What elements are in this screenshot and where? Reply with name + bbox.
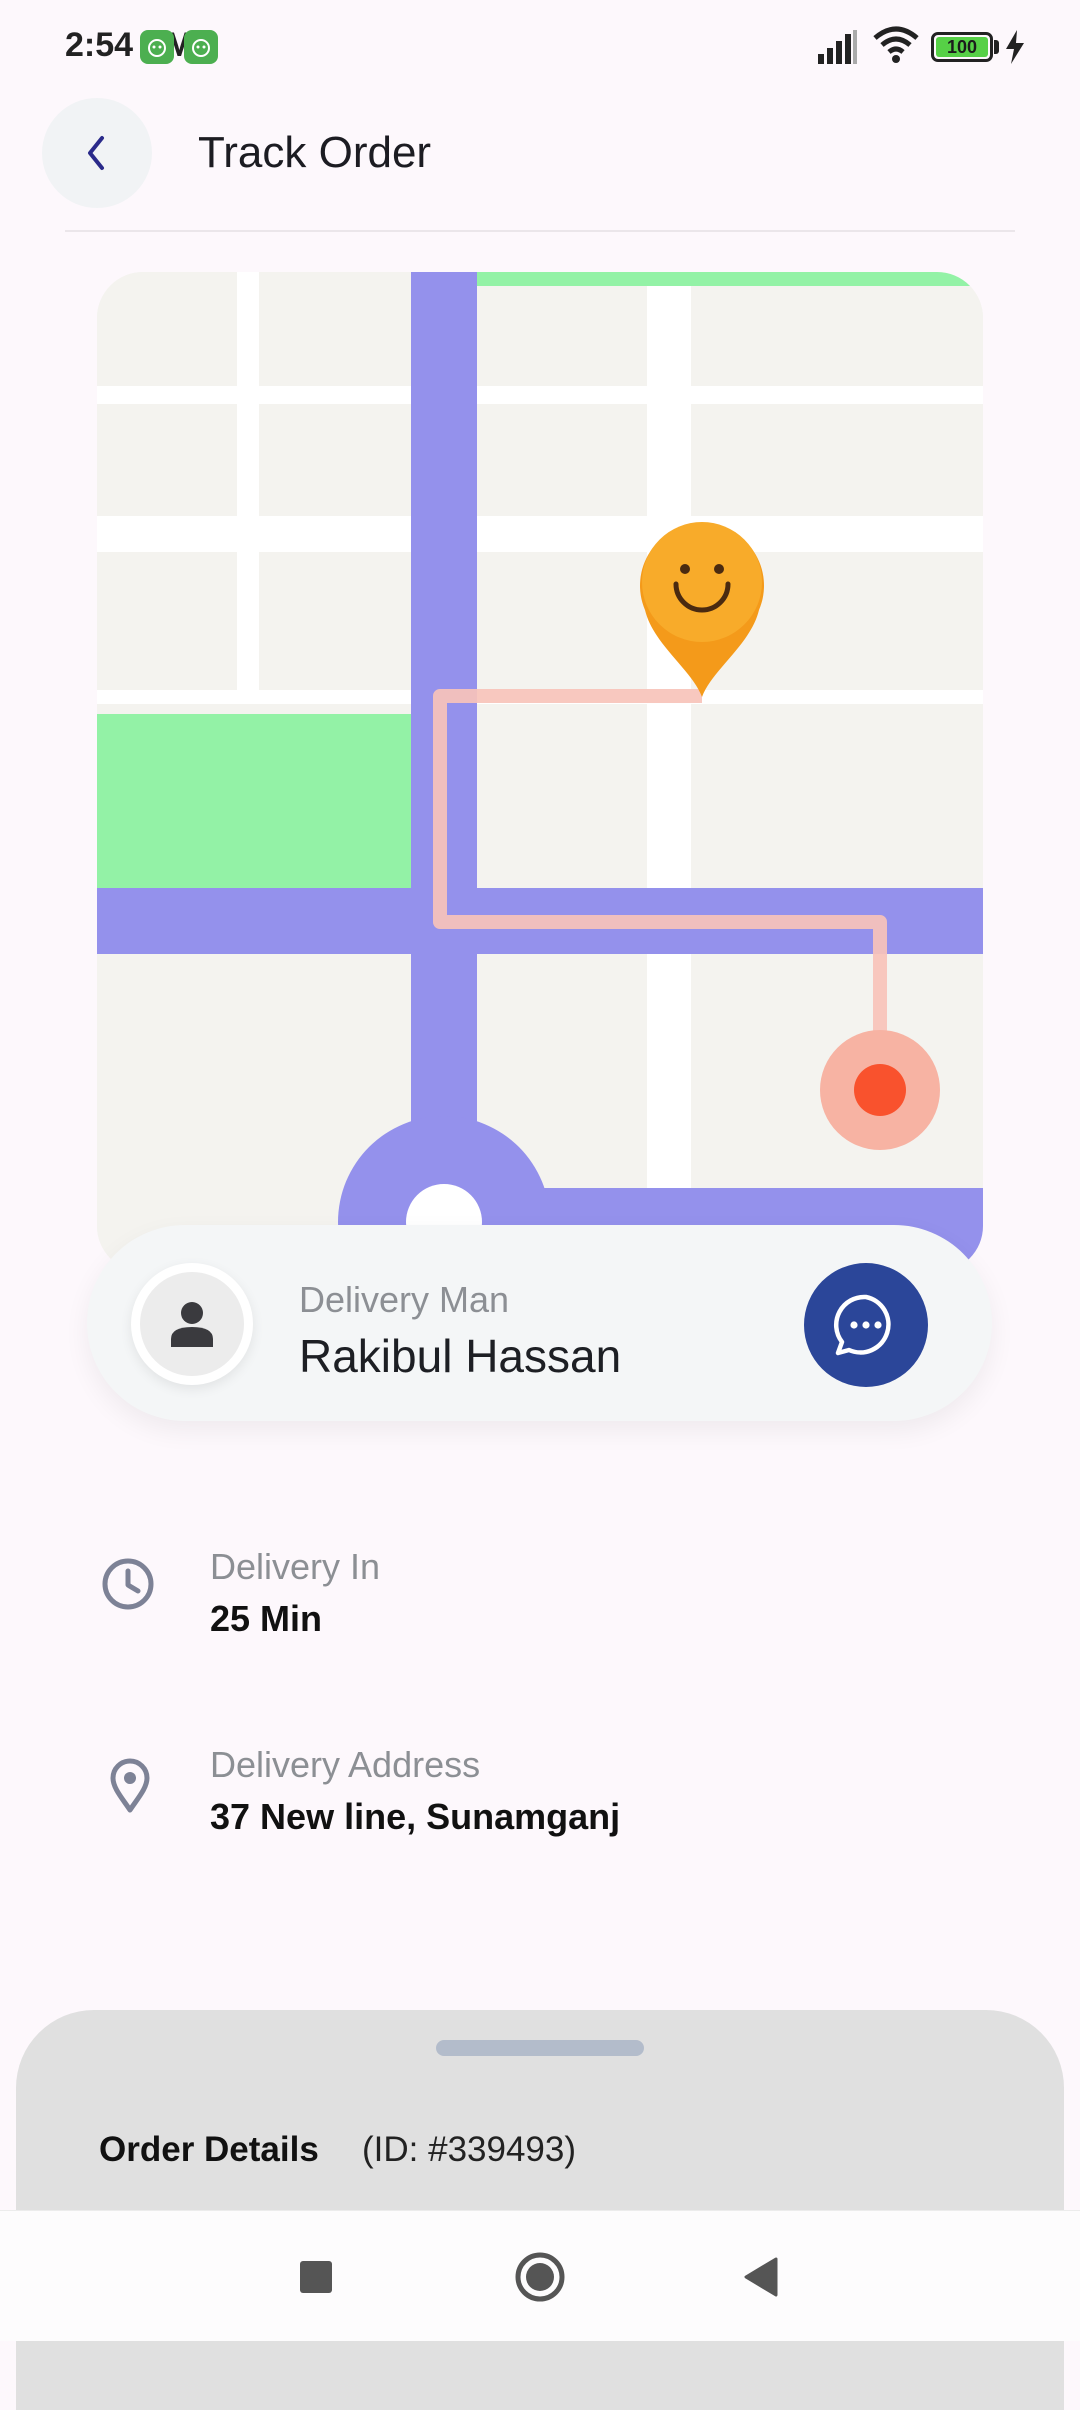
battery-icon: 100 <box>931 32 993 62</box>
chat-bubble-icon <box>833 1294 891 1356</box>
recents-square-icon[interactable] <box>300 2261 332 2293</box>
charging-icon <box>1006 30 1024 64</box>
avatar <box>131 1263 253 1385</box>
status-time: 2:54 PM <box>65 26 194 64</box>
delivery-man-card: Delivery Man Rakibul Hassan <box>87 1225 992 1421</box>
android-app-icon <box>140 30 174 64</box>
android-app-icon <box>184 30 218 64</box>
delivery-address-label: Delivery Address <box>210 1744 481 1785</box>
chat-button[interactable] <box>804 1263 928 1387</box>
back-button[interactable] <box>42 98 152 208</box>
person-icon <box>171 1302 213 1347</box>
current-location-dot-icon <box>820 1030 940 1150</box>
wifi-icon <box>873 26 919 63</box>
system-nav-bar <box>0 2210 1080 2341</box>
delivery-time-value: 25 Min <box>210 1598 323 1639</box>
header-divider <box>65 230 1015 232</box>
order-details-title: Order Details <box>99 2130 319 2169</box>
delivery-man-name: Rakibul Hassan <box>299 1330 622 1382</box>
location-pin-icon <box>110 1758 150 1813</box>
back-triangle-icon[interactable] <box>744 2257 778 2297</box>
clock-icon <box>102 1558 154 1610</box>
order-id: (ID: #339493) <box>362 2130 577 2169</box>
chevron-left-icon <box>88 136 104 170</box>
battery-level: 100 <box>946 37 978 57</box>
home-circle-icon[interactable] <box>514 2251 566 2303</box>
park-area <box>477 272 983 286</box>
status-bar: 2:54 PM 100 <box>0 0 1080 96</box>
sheet-drag-handle[interactable] <box>436 2040 644 2056</box>
signal-icon <box>818 30 857 64</box>
delivery-time-label: Delivery In <box>210 1546 381 1587</box>
tracking-map[interactable] <box>97 272 983 1272</box>
park-area <box>97 714 411 888</box>
page-title: Track Order <box>198 128 432 177</box>
delivery-address-value: 37 New line, Sunamganj <box>210 1796 621 1837</box>
delivery-man-label: Delivery Man <box>299 1279 510 1320</box>
map-graphic <box>97 272 983 1272</box>
